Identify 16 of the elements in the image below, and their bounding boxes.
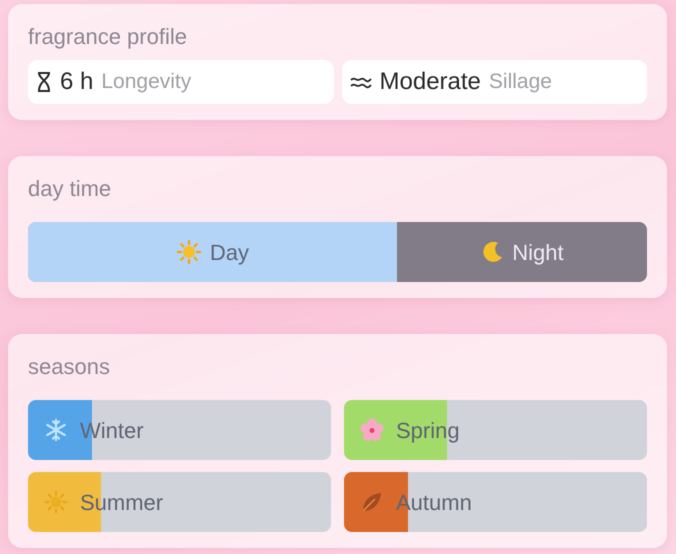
stat-label: Sillage [488, 69, 552, 96]
stat-label: Longevity [101, 69, 192, 96]
snowflake-icon [44, 418, 68, 442]
leaf-icon [360, 490, 384, 514]
day-label: Day [210, 238, 250, 267]
section-title: seasons [28, 356, 111, 378]
stat-value: Moderate [380, 67, 481, 97]
stat-value: 6 h [60, 67, 94, 97]
blossom-icon [360, 418, 384, 442]
section-title: fragrance profile [28, 26, 188, 48]
sun-icon [44, 490, 68, 514]
hourglass-icon [36, 71, 52, 93]
waves-icon [350, 75, 372, 89]
night-label: Night [512, 238, 564, 267]
sun-icon [176, 239, 202, 265]
section-title: day time [28, 178, 112, 200]
